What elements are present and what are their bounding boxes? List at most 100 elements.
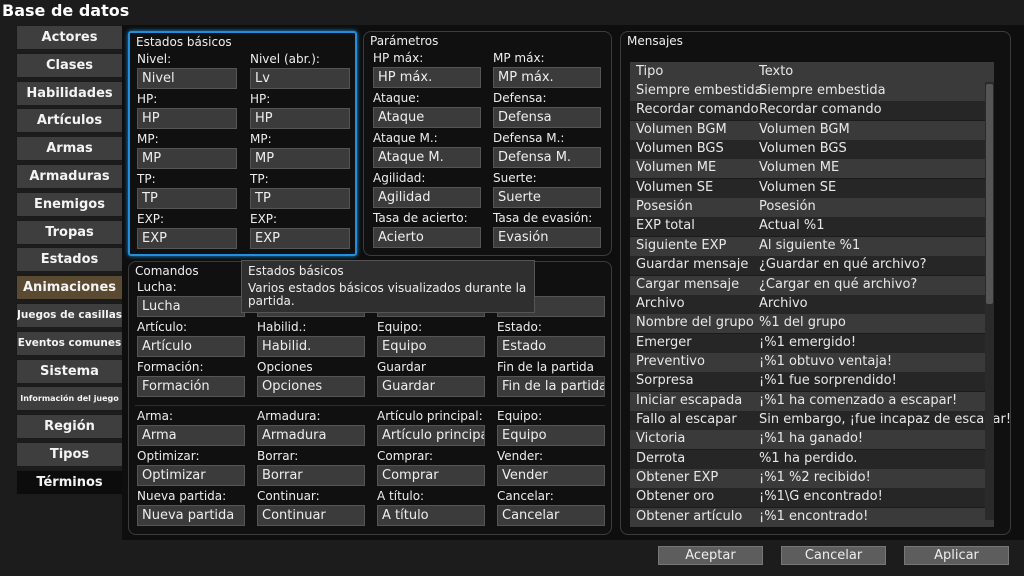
table-row[interactable]: Archivo Archivo: [630, 294, 994, 314]
param-field-input[interactable]: Suerte: [493, 187, 601, 208]
param-field-input[interactable]: Ataque: [373, 107, 481, 128]
tab-armors[interactable]: Armaduras: [16, 163, 122, 189]
param-field-input[interactable]: Agilidad: [373, 187, 481, 208]
command-field-input[interactable]: Nueva partida: [137, 505, 245, 526]
tab-states[interactable]: Estados: [16, 247, 122, 273]
basic-field-input[interactable]: MP: [137, 148, 237, 169]
command-field-input[interactable]: Comprar: [377, 465, 485, 486]
tab-items[interactable]: Artículos: [16, 108, 122, 134]
table-row[interactable]: Obtener artículo ¡%1 encontrado!: [630, 507, 994, 527]
tab-game-info[interactable]: Información del juego: [16, 386, 122, 412]
table-row[interactable]: Recordar comando Recordar comando: [630, 101, 994, 121]
messages-scrollbar[interactable]: [985, 82, 994, 520]
table-row[interactable]: Iniciar escapada ¡%1 ha comenzado a escap…: [630, 391, 994, 411]
table-row[interactable]: Derrota %1 ha perdido.: [630, 449, 994, 469]
basic-field-input[interactable]: HP: [250, 108, 350, 129]
table-row[interactable]: Volumen BGS Volumen BGS: [630, 140, 994, 160]
table-row[interactable]: Siguiente EXP Al siguiente %1: [630, 236, 994, 256]
command-field-input[interactable]: Formación: [137, 376, 245, 397]
table-row[interactable]: Guardar mensaje ¿Guardar en qué archivo?: [630, 256, 994, 276]
command-field-input[interactable]: Continuar: [257, 505, 365, 526]
table-row[interactable]: Victoria ¡%1 ha ganado!: [630, 430, 994, 450]
table-row[interactable]: Emerger ¡%1 emergido!: [630, 333, 994, 353]
param-field-input[interactable]: Defensa M.: [493, 147, 601, 168]
command-field-input[interactable]: Equipo: [377, 336, 485, 357]
table-row[interactable]: Volumen ME Volumen ME: [630, 159, 994, 179]
table-row[interactable]: Obtener EXP ¡%1 %2 recibido!: [630, 469, 994, 488]
command-field-input[interactable]: Opciones: [257, 376, 365, 397]
tab-classes[interactable]: Clases: [16, 52, 122, 78]
command-field-input[interactable]: Fin de la partida: [497, 376, 605, 397]
command-field-label: Optimizar:: [137, 449, 200, 463]
command-field-input[interactable]: A título: [377, 505, 485, 526]
tab-skills[interactable]: Habilidades: [16, 80, 122, 106]
message-text: ¡%1 encontrado!: [759, 508, 869, 524]
basic-field-input[interactable]: Nivel: [137, 68, 237, 89]
cancel-button[interactable]: Cancelar: [781, 546, 886, 565]
param-field-input[interactable]: Acierto: [373, 227, 481, 248]
tab-animations[interactable]: Animaciones: [16, 275, 122, 301]
column-text[interactable]: Texto: [759, 64, 793, 79]
param-field-input[interactable]: HP máx.: [373, 67, 481, 88]
command-field-input[interactable]: Artículo principa: [377, 425, 485, 446]
basic-field-input[interactable]: EXP: [250, 228, 350, 249]
table-row[interactable]: Nombre del grupo %1 del grupo: [630, 314, 994, 334]
messages-list[interactable]: Tipo Texto Siempre embestida Siempre embe…: [630, 62, 1011, 527]
tab-system[interactable]: Sistema: [16, 358, 122, 384]
tab-region[interactable]: Región: [16, 414, 122, 440]
table-row[interactable]: Sorpresa ¡%1 fue sorprendido!: [630, 372, 994, 392]
table-row[interactable]: Obtener oro ¡%1\G encontrado!: [630, 488, 994, 508]
tab-tilesets[interactable]: Juegos de casillas: [16, 302, 122, 328]
table-row[interactable]: Siempre embestida Siempre embestida: [630, 82, 994, 101]
basic-status-panel[interactable]: Estados básicos Nivel: Nivel Nivel (abr.):…: [128, 31, 357, 256]
command-field-input[interactable]: Armadura: [257, 425, 365, 446]
command-field-input[interactable]: Optimizar: [137, 465, 245, 486]
tab-troops[interactable]: Tropas: [16, 219, 122, 245]
param-field-label: Tasa de acierto:: [373, 211, 468, 225]
table-row[interactable]: EXP total Actual %1: [630, 217, 994, 237]
messages-panel: Mensajes Tipo Texto Siempre embestida Sie…: [620, 31, 1011, 535]
param-field-input[interactable]: Ataque M.: [373, 147, 481, 168]
table-row[interactable]: Cargar mensaje ¿Cargar en qué archivo?: [630, 275, 994, 295]
commands-separator: [135, 405, 605, 406]
table-row[interactable]: Volumen BGM Volumen BGM: [630, 120, 994, 140]
command-field-input[interactable]: Borrar: [257, 465, 365, 486]
tab-common-events[interactable]: Eventos comunes: [16, 330, 122, 356]
tab-enemies[interactable]: Enemigos: [16, 191, 122, 217]
message-type: Fallo al escapar: [636, 411, 737, 427]
param-field-input[interactable]: MP máx.: [493, 67, 601, 88]
tooltip: Estados básicos Varios estados básicos v…: [241, 260, 535, 313]
tab-terms[interactable]: Términos: [16, 469, 122, 495]
table-row[interactable]: Preventivo ¡%1 obtuvo ventaja!: [630, 352, 994, 372]
table-row[interactable]: Posesión Posesión: [630, 198, 994, 218]
tab-types[interactable]: Tipos: [16, 441, 122, 467]
column-type[interactable]: Tipo: [636, 64, 663, 79]
param-field-input[interactable]: Evasión: [493, 227, 601, 248]
command-field-input[interactable]: Cancelar: [497, 505, 605, 526]
basic-field-input[interactable]: TP: [250, 188, 350, 209]
table-row[interactable]: Fallo al escapar Sin embargo, ¡fue incapa…: [630, 410, 1011, 430]
message-text: ¡%1\G encontrado!: [759, 489, 883, 505]
command-field-input[interactable]: Arma: [137, 425, 245, 446]
basic-field-input[interactable]: EXP: [137, 228, 237, 249]
command-field-input[interactable]: Guardar: [377, 376, 485, 397]
apply-button[interactable]: Aplicar: [904, 546, 1009, 565]
basic-field-input[interactable]: TP: [137, 188, 237, 209]
command-field-input[interactable]: Vender: [497, 465, 605, 486]
command-field-input[interactable]: Lucha: [137, 296, 245, 317]
basic-field-input[interactable]: Lv: [250, 68, 350, 89]
message-text: Sin embargo, ¡fue incapaz de escapar!: [759, 411, 1012, 427]
scrollbar-thumb[interactable]: [986, 84, 993, 304]
command-field-input[interactable]: Equipo: [497, 425, 605, 446]
command-field-input[interactable]: Artículo: [137, 336, 245, 357]
table-row[interactable]: Volumen SE Volumen SE: [630, 178, 994, 198]
param-field-input[interactable]: Defensa: [493, 107, 601, 128]
basic-field-input[interactable]: HP: [137, 108, 237, 129]
message-text: Volumen SE: [759, 179, 837, 195]
command-field-input[interactable]: Habilid.: [257, 336, 365, 357]
basic-field-input[interactable]: MP: [250, 148, 350, 169]
command-field-input[interactable]: Estado: [497, 336, 605, 357]
ok-button[interactable]: Aceptar: [658, 546, 763, 565]
tab-weapons[interactable]: Armas: [16, 136, 122, 162]
tab-actors[interactable]: Actores: [16, 25, 122, 50]
